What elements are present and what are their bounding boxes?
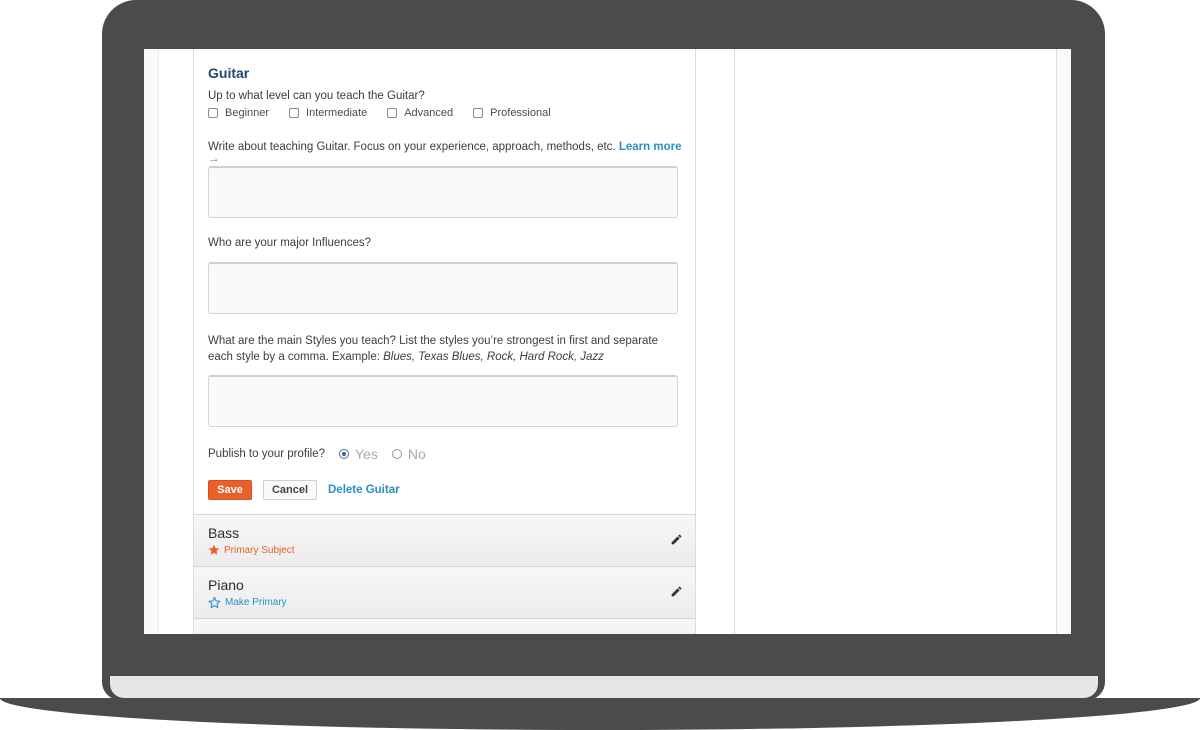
level-option-professional[interactable]: Professional bbox=[473, 107, 551, 119]
subject-row-bass[interactable]: Bass Primary Subject bbox=[194, 514, 695, 566]
level-label: Professional bbox=[490, 107, 551, 119]
level-option-intermediate[interactable]: Intermediate bbox=[289, 107, 367, 119]
styles-textarea[interactable] bbox=[208, 375, 678, 427]
laptop-chin bbox=[110, 676, 1098, 698]
publish-row: Publish to your profile? Yes No bbox=[208, 446, 426, 462]
publish-yes-radio[interactable] bbox=[338, 449, 349, 459]
laptop-base bbox=[0, 698, 1200, 730]
subject-name: Piano bbox=[208, 577, 244, 593]
level-option-beginner[interactable]: Beginner bbox=[208, 107, 269, 119]
influences-textarea[interactable] bbox=[208, 262, 678, 314]
page-gutter-right bbox=[1056, 49, 1071, 634]
pencil-edit-icon[interactable] bbox=[670, 533, 683, 546]
styles-prompt: What are the main Styles you teach? List… bbox=[208, 333, 682, 365]
level-options: Beginner Intermediate Advanced Professio… bbox=[208, 107, 571, 119]
subject-status-label: Make Primary bbox=[225, 597, 287, 608]
level-question: Up to what level can you teach the Guita… bbox=[208, 90, 425, 102]
level-label: Intermediate bbox=[306, 107, 368, 119]
star-outline-icon bbox=[208, 596, 221, 609]
delete-subject-link[interactable]: Delete Guitar bbox=[328, 484, 400, 496]
influences-prompt: Who are your major Influences? bbox=[208, 237, 371, 249]
styles-example: Blues, Texas Blues, Rock, Hard Rock, Jaz… bbox=[383, 351, 604, 363]
publish-label: Publish to your profile? bbox=[208, 448, 325, 460]
subjects-panel: Guitar Up to what level can you teach th… bbox=[193, 49, 696, 634]
publish-no-radio[interactable] bbox=[391, 449, 402, 459]
primary-subject-status: Primary Subject bbox=[208, 544, 295, 556]
about-prompt-text: Write about teaching Guitar. Focus on yo… bbox=[208, 141, 616, 153]
checkbox[interactable] bbox=[387, 108, 398, 118]
checkbox[interactable] bbox=[289, 108, 300, 118]
pencil-edit-icon[interactable] bbox=[670, 585, 683, 598]
laptop-screen: Guitar Up to what level can you teach th… bbox=[144, 49, 1071, 634]
subject-row-partial[interactable] bbox=[194, 618, 695, 634]
save-button[interactable]: Save bbox=[208, 480, 252, 500]
level-label: Advanced bbox=[404, 107, 454, 119]
subject-title: Guitar bbox=[208, 65, 250, 81]
subject-row-piano[interactable]: Piano Make Primary bbox=[194, 566, 695, 618]
about-prompt: Write about teaching Guitar. Focus on yo… bbox=[208, 141, 682, 165]
publish-yes-label[interactable]: Yes bbox=[355, 446, 378, 462]
cancel-button[interactable]: Cancel bbox=[263, 480, 317, 500]
checkbox[interactable] bbox=[473, 108, 484, 118]
checkbox[interactable] bbox=[208, 108, 218, 118]
subject-name: Bass bbox=[208, 525, 240, 541]
page-gutter-left bbox=[144, 49, 159, 634]
publish-no-label[interactable]: No bbox=[408, 446, 426, 462]
star-filled-icon bbox=[208, 544, 220, 555]
level-option-advanced[interactable]: Advanced bbox=[387, 107, 453, 119]
level-label: Beginner bbox=[225, 107, 270, 119]
right-column bbox=[734, 49, 1057, 634]
form-actions: Save Cancel Delete Guitar bbox=[208, 480, 400, 500]
about-textarea[interactable] bbox=[208, 166, 678, 218]
make-primary-link[interactable]: Make Primary bbox=[208, 596, 287, 609]
subject-status-label: Primary Subject bbox=[224, 544, 295, 556]
